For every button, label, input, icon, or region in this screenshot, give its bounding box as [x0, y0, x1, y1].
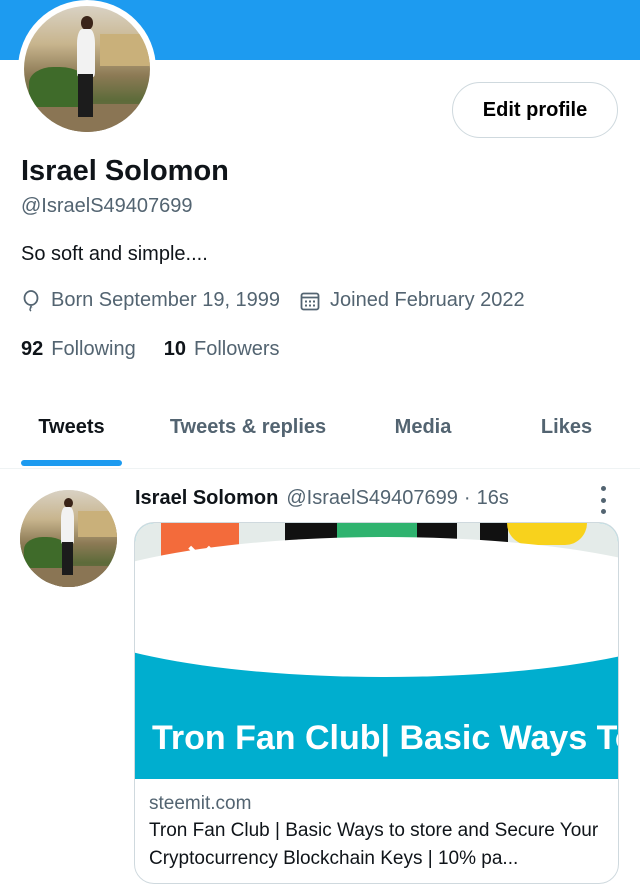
- link-preview-card[interactable]: ✕ Tron Fan Club| Basic Ways To Secure an…: [134, 522, 619, 884]
- tab-tweets-replies[interactable]: Tweets & replies: [143, 394, 353, 460]
- avatar-photo: [24, 6, 150, 132]
- joined-text: Joined February 2022: [330, 289, 525, 311]
- tweet-author-avatar[interactable]: [20, 490, 117, 587]
- profile-handle: @IsraelS49407699: [21, 195, 193, 217]
- tweet-separator: ·: [463, 487, 471, 509]
- tweet-author-handle[interactable]: @IsraelS49407699: [286, 487, 458, 510]
- card-domain: steemit.com: [149, 793, 252, 814]
- calendar-icon: [300, 292, 320, 310]
- card-meta: steemit.com Tron Fan Club | Basic Ways t…: [135, 779, 618, 873]
- profile-bio: So soft and simple....: [21, 243, 208, 265]
- profile-meta: Born September 19, 1999 Joined February …: [21, 289, 525, 312]
- followers-count: 10: [163, 338, 186, 360]
- edit-profile-button[interactable]: Edit profile: [452, 82, 618, 138]
- following-link[interactable]: 92 Following: [21, 338, 136, 361]
- card-image: ✕ Tron Fan Club| Basic Ways To Secure an…: [135, 523, 618, 779]
- join-date: Joined February 2022: [300, 289, 525, 312]
- followers-label: Followers: [193, 338, 280, 360]
- display-name: Israel Solomon: [21, 155, 229, 187]
- tweet-timestamp[interactable]: 16s: [477, 487, 509, 510]
- tab-likes[interactable]: Likes: [493, 394, 640, 460]
- balloon-icon: [23, 289, 39, 312]
- profile-avatar[interactable]: [18, 0, 156, 138]
- tab-media[interactable]: Media: [353, 394, 493, 460]
- tab-tweets[interactable]: Tweets: [0, 394, 143, 460]
- card-description: Tron Fan Club | Basic Ways to store and …: [149, 820, 599, 869]
- tweet-header: Israel Solomon @IsraelS49407699 · 16s: [135, 487, 509, 510]
- tweet-avatar-photo: [20, 490, 117, 587]
- born-text: Born September 19, 1999: [51, 289, 281, 311]
- active-tab-indicator: [21, 460, 122, 466]
- following-label: Following: [51, 338, 136, 360]
- profile-tabs: Tweets Tweets & replies Media Likes: [0, 394, 640, 469]
- following-count: 92: [21, 338, 44, 360]
- birth-date: Born September 19, 1999: [21, 289, 280, 312]
- more-vertical-icon[interactable]: [596, 486, 610, 514]
- card-image-title: Tron Fan Club| Basic Ways To Secure and …: [152, 719, 618, 757]
- followers-link[interactable]: 10 Followers: [164, 338, 280, 361]
- tweet-author-name[interactable]: Israel Solomon: [135, 487, 278, 510]
- follow-stats: 92 Following 10 Followers: [21, 338, 280, 361]
